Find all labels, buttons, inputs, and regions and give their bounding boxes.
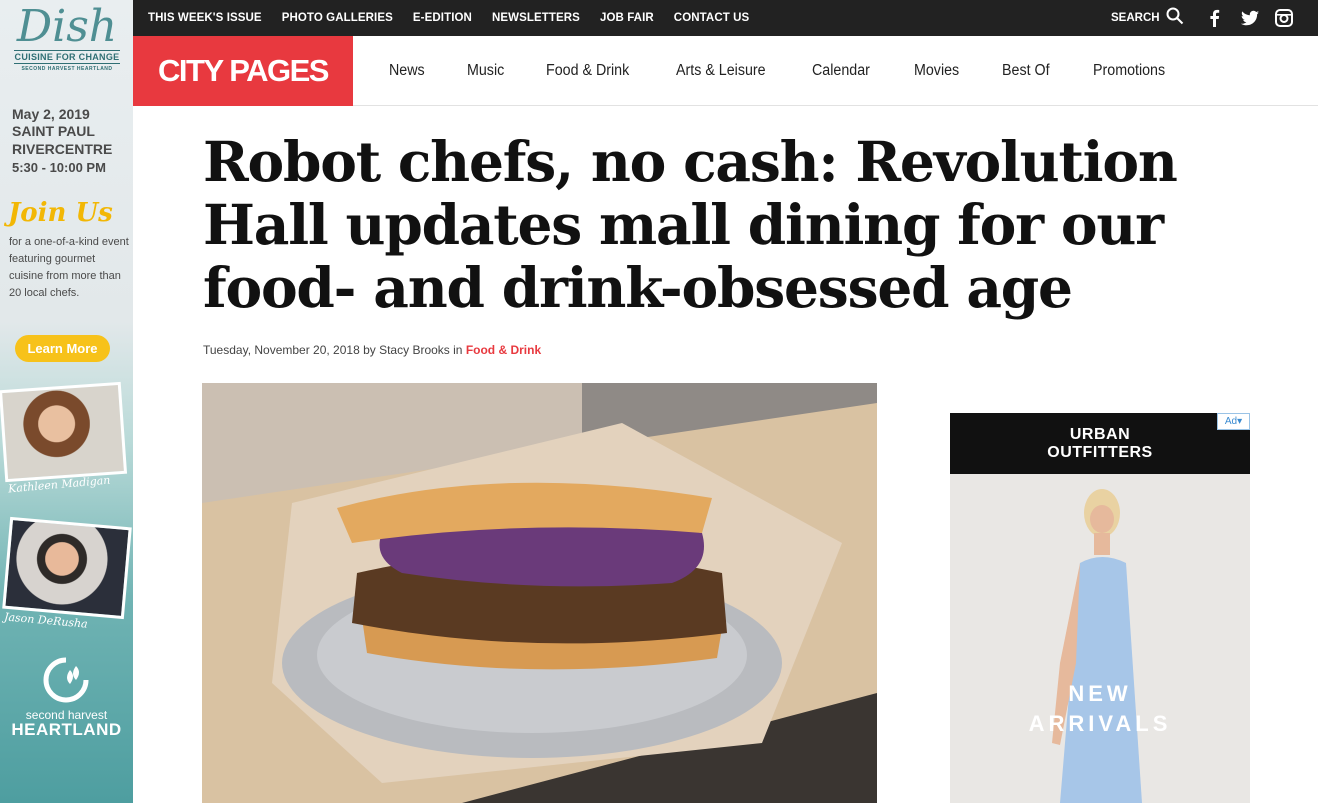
- ad-brand-header: URBAN OUTFITTERS: [950, 413, 1250, 474]
- dish-logo-org: SECOND HARVEST HEARTLAND: [21, 66, 113, 72]
- heartland-name: HEARTLAND: [11, 720, 122, 739]
- ad-model-image: [1030, 483, 1170, 803]
- display-ad[interactable]: URBAN OUTFITTERS Ad▾ NEW ARRIVALS: [950, 413, 1250, 803]
- utility-link[interactable]: CONTACT US: [674, 12, 750, 24]
- celebrity-photo-1: [0, 381, 128, 483]
- ad-brand-line-1: URBAN: [1069, 426, 1131, 443]
- join-description: for a one-of-a-kind event featuring gour…: [9, 236, 129, 299]
- nav-item[interactable]: News: [389, 62, 425, 80]
- site-logo[interactable]: CITY PAGES: [133, 36, 353, 106]
- side-ad[interactable]: Dish CUISINE FOR CHANGE SECOND HARVEST H…: [0, 0, 133, 803]
- article-headline: Robot chefs, no cash: Revolution Hall up…: [203, 129, 1178, 320]
- utility-link[interactable]: THIS WEEK'S ISSUE: [148, 12, 262, 24]
- utility-links: THIS WEEK'S ISSUE PHOTO GALLERIES E-EDITIO…: [148, 0, 769, 36]
- ad-choices-badge[interactable]: Ad▾: [1217, 413, 1250, 430]
- celebrity-photo-2: [2, 516, 132, 620]
- event-city: SAINT PAUL: [12, 123, 95, 139]
- nav-item[interactable]: Calendar: [812, 62, 870, 80]
- article-byline: Tuesday, November 20, 2018 by Stacy Broo…: [203, 343, 541, 357]
- event-venue: RIVERCENTRE: [12, 141, 113, 157]
- byline-text: Tuesday, November 20, 2018 by Stacy Broo…: [203, 343, 463, 357]
- nav-item[interactable]: Promotions: [1093, 62, 1165, 80]
- search-icon: [1166, 7, 1184, 30]
- twitter-icon[interactable]: [1240, 8, 1260, 28]
- nav-item[interactable]: Music: [467, 62, 504, 80]
- utility-bar: THIS WEEK'S ISSUE PHOTO GALLERIES E-EDITIO…: [133, 0, 1318, 36]
- nav-item[interactable]: Food & Drink: [546, 62, 629, 80]
- instagram-icon[interactable]: [1275, 9, 1293, 27]
- social-links: [1205, 0, 1308, 36]
- dish-logo: Dish CUISINE FOR CHANGE SECOND HARVEST H…: [8, 4, 126, 72]
- event-date: May 2, 2019: [12, 106, 90, 122]
- facebook-icon[interactable]: [1205, 8, 1225, 28]
- category-link[interactable]: Food & Drink: [466, 343, 541, 357]
- nav-item[interactable]: Arts & Leisure: [676, 62, 766, 80]
- ad-promo-line-2: ARRIVALS: [1028, 711, 1172, 736]
- ad-badge-label: Ad: [1224, 416, 1238, 427]
- dish-logo-script: Dish: [16, 1, 118, 52]
- utility-link[interactable]: E-EDITION: [413, 12, 472, 24]
- main-nav: CITY PAGES News Music Food & Drink Arts & L…: [133, 36, 1318, 106]
- dish-logo-tagline: CUISINE FOR CHANGE: [14, 50, 120, 64]
- hero-image: [202, 383, 877, 803]
- learn-more-button[interactable]: Learn More: [15, 335, 110, 362]
- event-time: 5:30 - 10:00 PM: [12, 160, 106, 175]
- nav-item[interactable]: Movies: [914, 62, 959, 80]
- utility-link[interactable]: JOB FAIR: [600, 12, 654, 24]
- search-label: SEARCH: [1111, 12, 1160, 24]
- nav-item[interactable]: Best Of: [1002, 62, 1050, 80]
- second-harvest-logo-icon: [36, 656, 96, 709]
- search-button[interactable]: SEARCH: [1111, 0, 1184, 36]
- section-menu: News Music Food & Drink Arts & Leisure Calen…: [389, 36, 1210, 106]
- join-us-heading: Join Us: [8, 198, 113, 228]
- ad-promo-line-1: NEW: [1068, 681, 1132, 706]
- utility-link[interactable]: NEWSLETTERS: [492, 12, 580, 24]
- utility-link[interactable]: PHOTO GALLERIES: [282, 12, 393, 24]
- ad-brand-line-2: OUTFITTERS: [1047, 444, 1153, 461]
